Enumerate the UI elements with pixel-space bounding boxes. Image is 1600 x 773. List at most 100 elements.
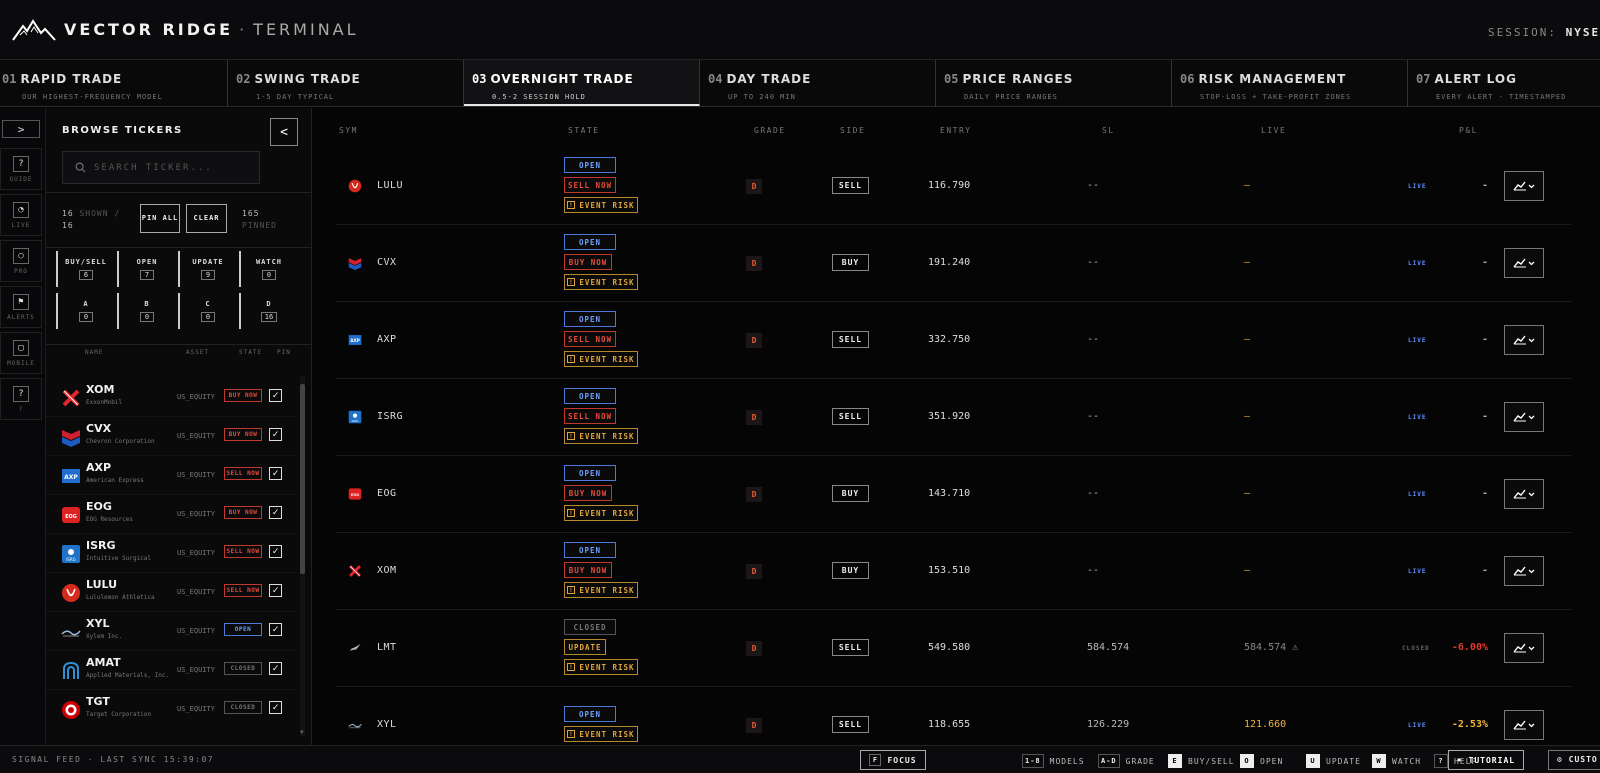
focus-button[interactable]: F FOCUS [860, 750, 926, 770]
scroll-down-icon[interactable]: ▼ [300, 729, 304, 736]
tab-heading: 05 PRICE RANGES [944, 68, 1171, 87]
rail-item-alerts[interactable]: ⚑ ALERTS [0, 286, 42, 328]
focus-label: FOCUS [887, 755, 917, 765]
badge-text: OPEN [578, 709, 602, 719]
pin-checkbox[interactable]: ✓ [269, 389, 282, 402]
chart-dropdown-button[interactable] [1504, 710, 1544, 740]
chart-dropdown-button[interactable] [1504, 325, 1544, 355]
terminal-app: VECTOR RIDGE·TERMINAL SESSION: NYSE H 01… [0, 0, 1600, 773]
search-input[interactable] [94, 162, 254, 173]
pin-checkbox[interactable]: ✓ [269, 662, 282, 675]
scroll-thumb[interactable] [300, 384, 305, 574]
chart-dropdown-button[interactable] [1504, 556, 1544, 586]
ticker-name: Chevron Corporation [86, 438, 155, 445]
ticker-row-xom[interactable]: XOM ExxonMobil US_EQUITY BUY NOW ✓ [46, 378, 298, 417]
tab-risk-management[interactable]: 06 RISK MANAGEMENT STOP-LOSS + TAKE-PROFIT… [1172, 60, 1408, 106]
filter-buy-sell[interactable]: BUY/SELL 6 [56, 251, 114, 287]
pin-checkbox[interactable]: ✓ [269, 545, 282, 558]
table-row[interactable]: AXP AXP OPEN SELL NOW! EVENT RISK D SELL 332.75… [336, 302, 1572, 379]
table-row[interactable]: CVX OPEN BUY NOW! EVENT RISK D BUY 191.240 -- — L… [336, 225, 1572, 302]
ticker-row-amat[interactable]: AMAT Applied Materials, Inc. US_EQUITY CLOS… [46, 651, 298, 690]
shown-count: 16 SHOWN / 16 [62, 208, 120, 232]
live-price: — [1244, 488, 1251, 499]
tab-title: DAY TRADE [726, 72, 812, 86]
svg-text:EOG: EOG [351, 493, 359, 497]
pin-checkbox[interactable]: ✓ [269, 428, 282, 441]
lulu-logo-icon [61, 583, 81, 603]
tab-rapid-trade[interactable]: 01 RAPID TRADE OUR HIGHEST-FREQUENCY MODEL [0, 60, 228, 106]
pin-checkbox[interactable]: ✓ [269, 467, 282, 480]
tab-overnight-trade[interactable]: 03 OVERNIGHT TRADE 0.5-2 SESSION HOLD [464, 60, 700, 106]
pin-checkbox[interactable]: ✓ [269, 623, 282, 636]
ticker-row-isrg[interactable]: ISRG ISRG Intuitive Surgical US_EQUITY SELL … [46, 534, 298, 573]
ticker-row-cvx[interactable]: CVX Chevron Corporation US_EQUITY BUY NOW ✓ [46, 417, 298, 456]
svg-text:AXP: AXP [350, 338, 360, 343]
session-value: NYSE H [1565, 26, 1600, 39]
rail-item-mobile[interactable]: ▢ MOBILE [0, 332, 42, 374]
eog-logo-icon: EOG [348, 487, 362, 501]
collapse-panel-button[interactable]: < [270, 118, 298, 146]
shortcut-label: UPDATE [1326, 756, 1361, 766]
ticker-state-badge: BUY NOW [224, 389, 262, 402]
ticker-row-eog[interactable]: EOG EOG EOG Resources US_EQUITY BUY NOW ✓ [46, 495, 298, 534]
customize-button[interactable]: ⚙ CUSTO [1548, 750, 1600, 770]
clear-button[interactable]: CLEAR [186, 204, 227, 233]
filter-a[interactable]: A0 [56, 293, 114, 329]
ticker-scrollbar[interactable]: ▼ [300, 376, 305, 736]
filter-label: BUY/SELL [65, 258, 107, 266]
filter-count: 6 [79, 270, 93, 280]
chart-dropdown-button[interactable] [1504, 248, 1544, 278]
event-risk-icon: ! [567, 730, 576, 738]
badge-text: OPEN [578, 160, 602, 170]
rail-item-guide[interactable]: ? GUIDE [0, 148, 42, 190]
tab-price-ranges[interactable]: 05 PRICE RANGES DAILY PRICE RANGES [936, 60, 1172, 106]
tab-day-trade[interactable]: 04 DAY TRADE UP TO 240 MIN [700, 60, 936, 106]
ticker-row-lulu[interactable]: LULU Lululemon Athletica US_EQUITY SELL NOW… [46, 573, 298, 612]
rail-item-live[interactable]: ◔ LIVE [0, 194, 42, 236]
table-row[interactable]: LULU OPEN SELL NOW! EVENT RISK D SELL 116.790-… [336, 148, 1572, 225]
tab-alert-log[interactable]: 07 ALERT LOG EVERY ALERT · TIMESTAMPED [1408, 60, 1600, 106]
expand-rail-button[interactable]: > [2, 120, 40, 138]
tab-swing-trade[interactable]: 02 SWING TRADE 1-5 DAY TYPICAL [228, 60, 464, 106]
filter-watch[interactable]: WATCH 0 [239, 251, 297, 287]
tutorial-button[interactable]: • TUTORIAL [1448, 750, 1524, 770]
filter-c[interactable]: C0 [178, 293, 236, 329]
th-entry: ENTRY [940, 126, 972, 135]
ticker-symbol: EOG [86, 500, 112, 513]
entry-price: 143.710 [928, 488, 971, 499]
filter-d[interactable]: D 16 [239, 293, 297, 329]
ticker-row-xyl[interactable]: XYL Xylem Inc. US_EQUITY OPEN ✓ [46, 612, 298, 651]
pin-all-button[interactable]: PIN ALL [140, 204, 180, 233]
entry-price: 332.750 [928, 334, 971, 345]
tab-title: OVERNIGHT TRADE [490, 72, 634, 86]
chart-dropdown-button[interactable] [1504, 633, 1544, 663]
line-chart-icon [1513, 720, 1535, 730]
table-row[interactable]: EOG EOG OPEN BUY NOW! EVENT RISK D BUY 143.710-… [336, 456, 1572, 533]
table-row[interactable]: XOM OPEN BUY NOW! EVENT RISK D BUY 153.510 -- — L… [336, 533, 1572, 610]
chart-dropdown-button[interactable] [1504, 402, 1544, 432]
ticker-row-axp[interactable]: AXP AXP American Express US_EQUITY SELL NOW ✓ [46, 456, 298, 495]
pin-checkbox[interactable]: ✓ [269, 584, 282, 597]
rail-item-pro[interactable]: ○ PRO [0, 240, 42, 282]
table-row[interactable]: ISRG ISRG OPEN SELL NOW! EVENT RISK D SELL 351.… [336, 379, 1572, 456]
svg-text:EOG: EOG [65, 514, 77, 520]
ticker-row-tgt[interactable]: TGT Target Corporation US_EQUITY CLOSED ✓ [46, 690, 298, 728]
pin-checkbox[interactable]: ✓ [269, 701, 282, 714]
badge-text: OPEN [578, 545, 602, 555]
filter-b[interactable]: B0 [117, 293, 175, 329]
stop-loss: -- [1087, 334, 1100, 345]
stop-loss: -- [1087, 565, 1100, 576]
pinned-count: 165 PINNED [242, 208, 277, 232]
ticker-name: EOG Resources [86, 516, 133, 523]
chart-dropdown-button[interactable] [1504, 479, 1544, 509]
filter-update[interactable]: UPDATE 9 [178, 251, 236, 287]
table-row[interactable]: LMT CLOSED UPDATE! EVENT RISK D SELL 549.580 58… [336, 610, 1572, 687]
pin-checkbox[interactable]: ✓ [269, 506, 282, 519]
rail-item-help[interactable]: ?? [0, 378, 42, 420]
row-symbol: XYL [377, 719, 397, 730]
tab-heading: 04 DAY TRADE [708, 68, 935, 87]
chart-dropdown-button[interactable] [1504, 171, 1544, 201]
badge-text: EVENT RISK [579, 431, 635, 441]
pnl-value: - [1481, 411, 1488, 422]
filter-open[interactable]: OPEN 7 [117, 251, 175, 287]
